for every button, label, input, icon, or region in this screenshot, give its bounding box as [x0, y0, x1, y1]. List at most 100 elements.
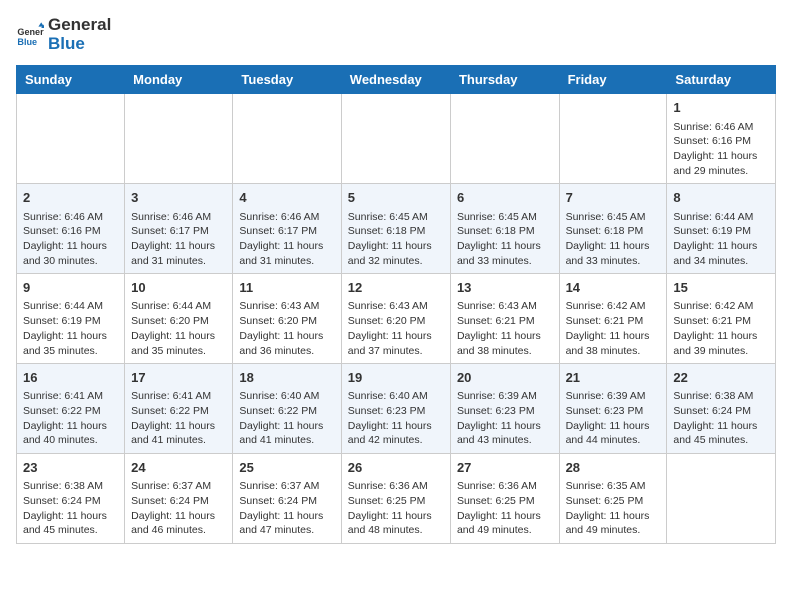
- day-number: 12: [348, 279, 444, 297]
- day-info: Sunrise: 6:42 AM Sunset: 6:21 PM Dayligh…: [673, 299, 769, 358]
- calendar-cell: 14 Sunrise: 6:42 AM Sunset: 6:21 PM Dayli…: [559, 274, 667, 364]
- calendar-cell: 24 Sunrise: 6:37 AM Sunset: 6:24 PM Dayli…: [125, 454, 233, 544]
- day-number: 13: [457, 279, 553, 297]
- day-number: 7: [566, 189, 661, 207]
- day-info: Sunrise: 6:43 AM Sunset: 6:20 PM Dayligh…: [239, 299, 334, 358]
- day-number: 16: [23, 369, 118, 387]
- day-number: 8: [673, 189, 769, 207]
- day-number: 24: [131, 459, 226, 477]
- day-info: Sunrise: 6:39 AM Sunset: 6:23 PM Dayligh…: [566, 389, 661, 448]
- day-info: Sunrise: 6:44 AM Sunset: 6:19 PM Dayligh…: [23, 299, 118, 358]
- day-number: 25: [239, 459, 334, 477]
- day-number: 22: [673, 369, 769, 387]
- day-number: 27: [457, 459, 553, 477]
- day-number: 17: [131, 369, 226, 387]
- calendar-cell: [450, 94, 559, 184]
- day-number: 15: [673, 279, 769, 297]
- day-info: Sunrise: 6:38 AM Sunset: 6:24 PM Dayligh…: [673, 389, 769, 448]
- day-info: Sunrise: 6:40 AM Sunset: 6:22 PM Dayligh…: [239, 389, 334, 448]
- day-info: Sunrise: 6:44 AM Sunset: 6:19 PM Dayligh…: [673, 210, 769, 269]
- calendar-cell: 21 Sunrise: 6:39 AM Sunset: 6:23 PM Dayli…: [559, 364, 667, 454]
- day-info: Sunrise: 6:37 AM Sunset: 6:24 PM Dayligh…: [239, 479, 334, 538]
- day-info: Sunrise: 6:36 AM Sunset: 6:25 PM Dayligh…: [457, 479, 553, 538]
- calendar-cell: 22 Sunrise: 6:38 AM Sunset: 6:24 PM Dayli…: [667, 364, 776, 454]
- day-number: 18: [239, 369, 334, 387]
- day-info: Sunrise: 6:44 AM Sunset: 6:20 PM Dayligh…: [131, 299, 226, 358]
- svg-text:General: General: [17, 27, 44, 37]
- calendar-cell: 6 Sunrise: 6:45 AM Sunset: 6:18 PM Daylig…: [450, 184, 559, 274]
- calendar-cell: 20 Sunrise: 6:39 AM Sunset: 6:23 PM Dayli…: [450, 364, 559, 454]
- col-header-friday: Friday: [559, 66, 667, 94]
- calendar-cell: [667, 454, 776, 544]
- day-info: Sunrise: 6:45 AM Sunset: 6:18 PM Dayligh…: [566, 210, 661, 269]
- calendar-cell: 4Sunrise: 6:46 AM Sunset: 6:17 PM Daylig…: [233, 184, 341, 274]
- logo: General Blue General Blue: [16, 16, 111, 53]
- calendar-cell: 7 Sunrise: 6:45 AM Sunset: 6:18 PM Daylig…: [559, 184, 667, 274]
- day-number: 6: [457, 189, 553, 207]
- calendar-cell: 23Sunrise: 6:38 AM Sunset: 6:24 PM Dayli…: [17, 454, 125, 544]
- day-info: Sunrise: 6:45 AM Sunset: 6:18 PM Dayligh…: [348, 210, 444, 269]
- day-info: Sunrise: 6:43 AM Sunset: 6:20 PM Dayligh…: [348, 299, 444, 358]
- calendar-cell: 25 Sunrise: 6:37 AM Sunset: 6:24 PM Dayli…: [233, 454, 341, 544]
- calendar-cell: [341, 94, 450, 184]
- calendar-cell: [17, 94, 125, 184]
- col-header-tuesday: Tuesday: [233, 66, 341, 94]
- calendar-cell: 9 Sunrise: 6:44 AM Sunset: 6:19 PM Daylig…: [17, 274, 125, 364]
- day-number: 9: [23, 279, 118, 297]
- day-info: Sunrise: 6:43 AM Sunset: 6:21 PM Dayligh…: [457, 299, 553, 358]
- day-info: Sunrise: 6:37 AM Sunset: 6:24 PM Dayligh…: [131, 479, 226, 538]
- day-info: Sunrise: 6:35 AM Sunset: 6:25 PM Dayligh…: [566, 479, 661, 538]
- col-header-monday: Monday: [125, 66, 233, 94]
- calendar-cell: 1Sunrise: 6:46 AM Sunset: 6:16 PM Daylig…: [667, 94, 776, 184]
- day-info: Sunrise: 6:42 AM Sunset: 6:21 PM Dayligh…: [566, 299, 661, 358]
- calendar-cell: 11 Sunrise: 6:43 AM Sunset: 6:20 PM Dayli…: [233, 274, 341, 364]
- calendar-cell: 17 Sunrise: 6:41 AM Sunset: 6:22 PM Dayli…: [125, 364, 233, 454]
- day-number: 3: [131, 189, 226, 207]
- day-info: Sunrise: 6:41 AM Sunset: 6:22 PM Dayligh…: [23, 389, 118, 448]
- day-info: Sunrise: 6:46 AM Sunset: 6:16 PM Dayligh…: [23, 210, 118, 269]
- col-header-sunday: Sunday: [17, 66, 125, 94]
- day-info: Sunrise: 6:41 AM Sunset: 6:22 PM Dayligh…: [131, 389, 226, 448]
- page-header: General Blue General Blue: [16, 16, 776, 53]
- day-info: Sunrise: 6:46 AM Sunset: 6:17 PM Dayligh…: [131, 210, 226, 269]
- calendar-cell: 18 Sunrise: 6:40 AM Sunset: 6:22 PM Dayli…: [233, 364, 341, 454]
- calendar-week-4: 16 Sunrise: 6:41 AM Sunset: 6:22 PM Dayli…: [17, 364, 776, 454]
- day-number: 5: [348, 189, 444, 207]
- day-number: 2: [23, 189, 118, 207]
- calendar-week-3: 9 Sunrise: 6:44 AM Sunset: 6:19 PM Daylig…: [17, 274, 776, 364]
- calendar-cell: [125, 94, 233, 184]
- calendar-cell: 5 Sunrise: 6:45 AM Sunset: 6:18 PM Daylig…: [341, 184, 450, 274]
- calendar-cell: 12 Sunrise: 6:43 AM Sunset: 6:20 PM Dayli…: [341, 274, 450, 364]
- svg-text:Blue: Blue: [17, 36, 37, 46]
- logo-icon: General Blue: [16, 21, 44, 49]
- day-number: 11: [239, 279, 334, 297]
- col-header-wednesday: Wednesday: [341, 66, 450, 94]
- day-number: 21: [566, 369, 661, 387]
- calendar-cell: [233, 94, 341, 184]
- day-number: 20: [457, 369, 553, 387]
- calendar-table: SundayMondayTuesdayWednesdayThursdayFrid…: [16, 65, 776, 544]
- calendar-cell: [559, 94, 667, 184]
- calendar-cell: 16 Sunrise: 6:41 AM Sunset: 6:22 PM Dayli…: [17, 364, 125, 454]
- col-header-saturday: Saturday: [667, 66, 776, 94]
- day-number: 4: [239, 189, 334, 207]
- day-info: Sunrise: 6:39 AM Sunset: 6:23 PM Dayligh…: [457, 389, 553, 448]
- calendar-cell: 3 Sunrise: 6:46 AM Sunset: 6:17 PM Daylig…: [125, 184, 233, 274]
- calendar-week-5: 23Sunrise: 6:38 AM Sunset: 6:24 PM Dayli…: [17, 454, 776, 544]
- calendar-cell: 10 Sunrise: 6:44 AM Sunset: 6:20 PM Dayli…: [125, 274, 233, 364]
- calendar-cell: 19 Sunrise: 6:40 AM Sunset: 6:23 PM Dayli…: [341, 364, 450, 454]
- day-number: 14: [566, 279, 661, 297]
- calendar-cell: 2 Sunrise: 6:46 AM Sunset: 6:16 PM Daylig…: [17, 184, 125, 274]
- calendar-week-1: 1Sunrise: 6:46 AM Sunset: 6:16 PM Daylig…: [17, 94, 776, 184]
- day-info: Sunrise: 6:40 AM Sunset: 6:23 PM Dayligh…: [348, 389, 444, 448]
- day-number: 10: [131, 279, 226, 297]
- logo-general: General: [48, 16, 111, 35]
- col-header-thursday: Thursday: [450, 66, 559, 94]
- day-number: 19: [348, 369, 444, 387]
- day-info: Sunrise: 6:45 AM Sunset: 6:18 PM Dayligh…: [457, 210, 553, 269]
- day-info: Sunrise: 6:36 AM Sunset: 6:25 PM Dayligh…: [348, 479, 444, 538]
- day-number: 26: [348, 459, 444, 477]
- day-info: Sunrise: 6:38 AM Sunset: 6:24 PM Dayligh…: [23, 479, 118, 538]
- calendar-cell: 27 Sunrise: 6:36 AM Sunset: 6:25 PM Dayli…: [450, 454, 559, 544]
- calendar-cell: 8 Sunrise: 6:44 AM Sunset: 6:19 PM Daylig…: [667, 184, 776, 274]
